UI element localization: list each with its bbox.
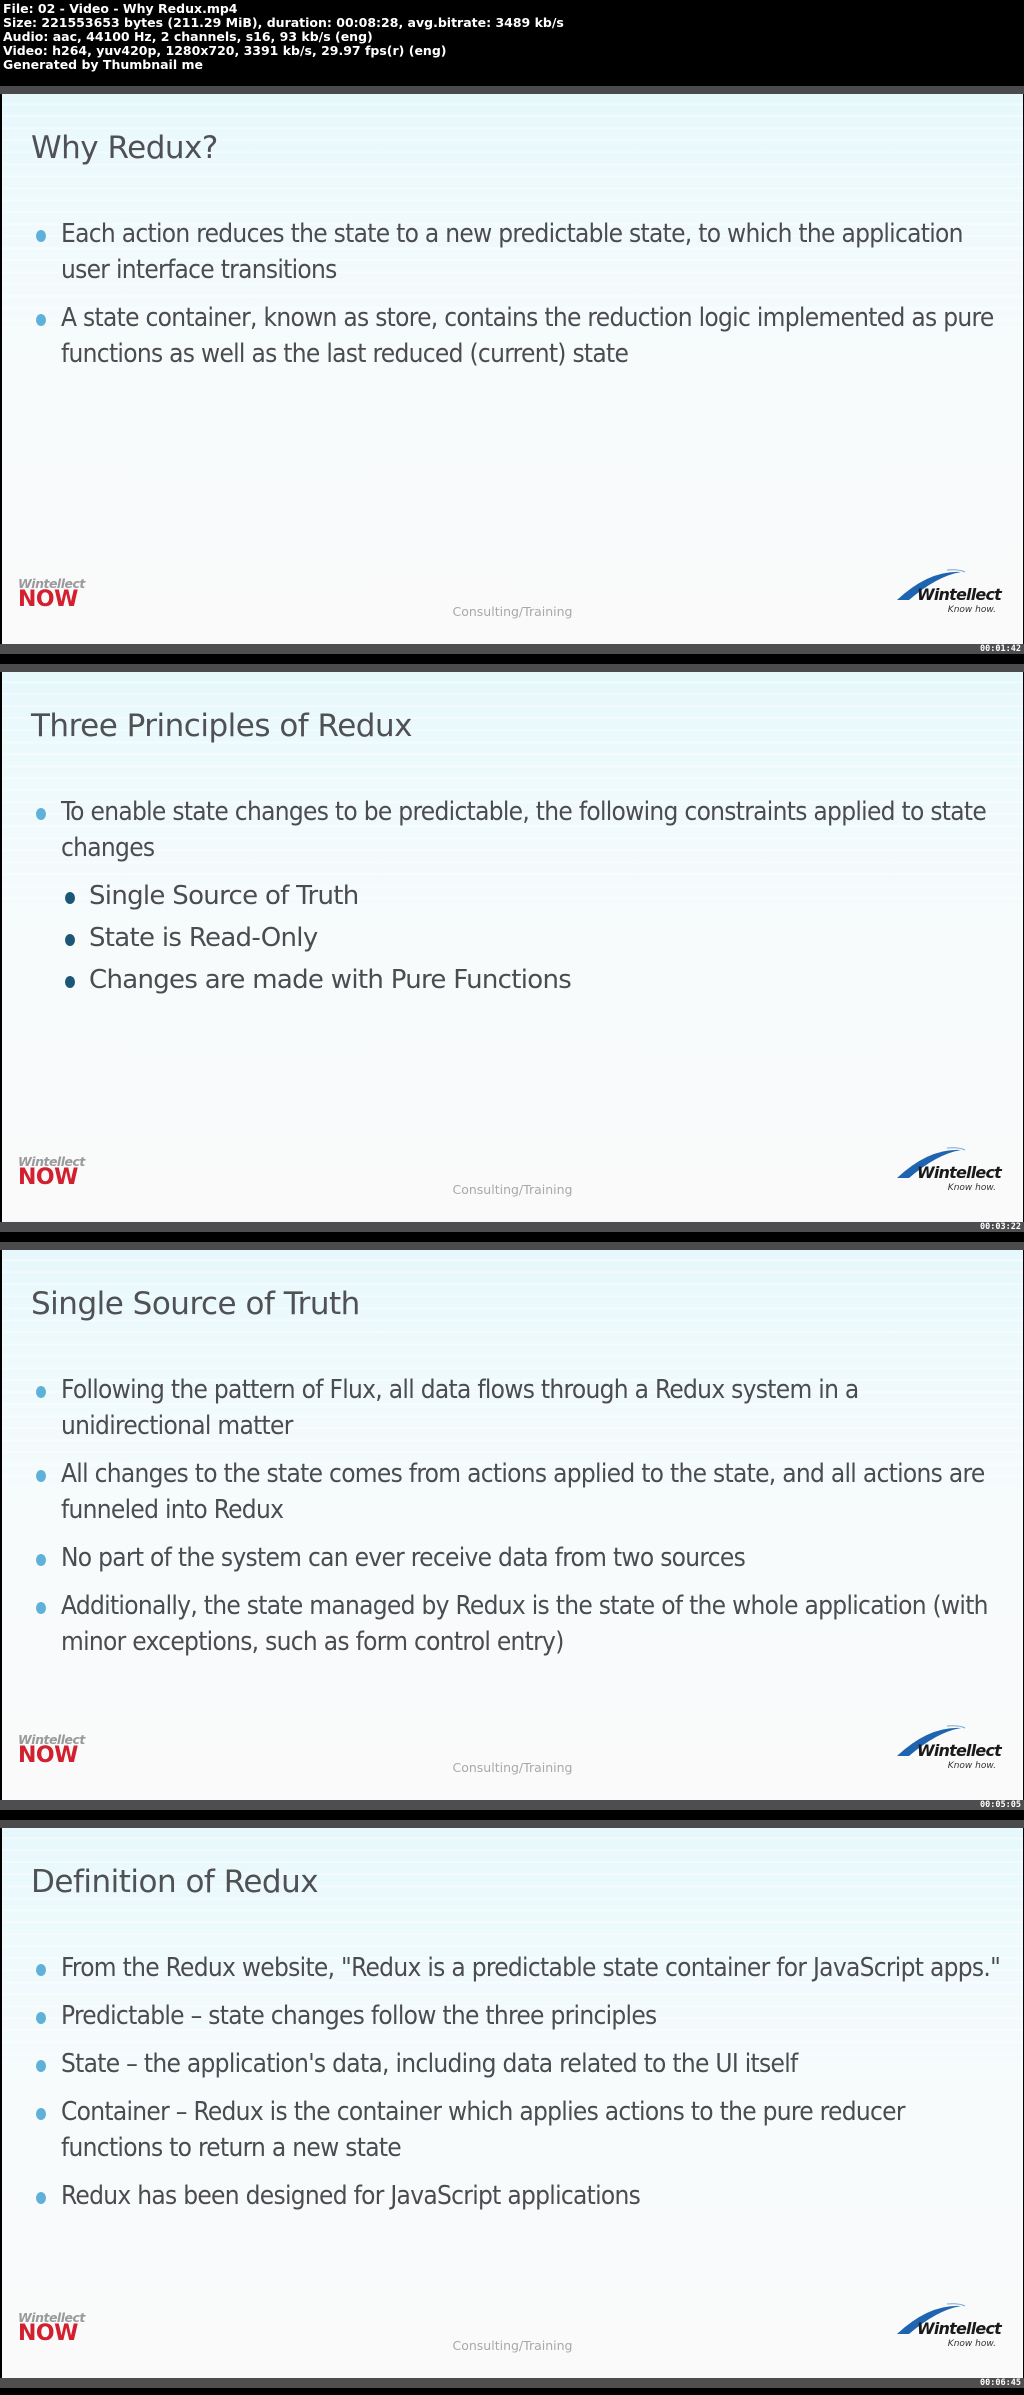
bullet-text: Container – Redux is the container which…: [61, 2097, 905, 2163]
frame-bottom-bar: [0, 2378, 1024, 2388]
bullet-dot-icon: [36, 1386, 46, 1398]
frame-timestamp: 00:03:22: [980, 1222, 1021, 1232]
bullet-item: Following the pattern of Flux, all data …: [31, 1372, 1006, 1444]
info-size-line: Size: 221553653 bytes (211.29 MiB), dura…: [3, 15, 564, 30]
bullet-item: No part of the system can ever receive d…: [31, 1540, 1006, 1576]
info-video-line: Video: h264, yuv420p, 1280x720, 3391 kb/…: [3, 43, 447, 58]
wintellect-logo: Wintellect Know how.: [889, 1144, 1002, 1200]
bullet-text: Changes are made with Pure Functions: [89, 965, 572, 995]
slide-title: Definition of Redux: [31, 1864, 319, 1900]
frame-bottom-bar: [0, 644, 1024, 654]
wintellect-logo: Wintellect Know how.: [889, 1722, 1002, 1778]
bullet-dot-icon: [36, 2192, 46, 2204]
info-audio-line: Audio: aac, 44100 Hz, 2 channels, s16, 9…: [3, 29, 373, 44]
wintellect-logo: Wintellect Know how.: [889, 566, 1002, 622]
frame-top-bar: [0, 86, 1024, 94]
sub-bullet-dot-icon: [65, 892, 75, 904]
bullet-dot-icon: [36, 1470, 46, 1482]
wintellect-brand-text: Wintellect: [917, 1741, 1002, 1760]
bullet-list: Following the pattern of Flux, all data …: [31, 1372, 1006, 1672]
frame-timestamp: 00:01:42: [980, 644, 1021, 654]
frame-top-bar: [0, 664, 1024, 672]
bullet-dot-icon: [36, 1964, 46, 1976]
video-frame-thumbnail-4: Definition of Redux From the Redux websi…: [0, 1820, 1024, 2395]
bullet-item: Each action reduces the state to a new p…: [31, 216, 1006, 288]
frame-bottom-bar: [0, 1800, 1024, 1810]
bullet-dot-icon: [36, 314, 46, 326]
info-generator-line: Generated by Thumbnail me: [3, 57, 203, 72]
footer-consulting-training: Consulting/Training: [452, 2338, 573, 2353]
know-how-tagline: Know how.: [947, 1761, 996, 1771]
bullet-text: Additionally, the state managed by Redux…: [61, 1591, 989, 1657]
bullet-text: To enable state changes to be predictabl…: [61, 797, 987, 863]
video-frame-thumbnail-1: Why Redux? Each action reduces the state…: [0, 86, 1024, 661]
slide: Three Principles of Redux To enable stat…: [2, 672, 1023, 1222]
bullet-item: Additionally, the state managed by Redux…: [31, 1588, 1006, 1660]
bullet-text: State is Read-Only: [89, 923, 318, 953]
bullet-dot-icon: [36, 1554, 46, 1566]
sub-bullet-item: Single Source of Truth: [31, 878, 1006, 914]
bullet-text: All changes to the state comes from acti…: [61, 1459, 985, 1525]
sub-bullet-dot-icon: [65, 934, 75, 946]
bullet-dot-icon: [36, 2060, 46, 2072]
bullet-item: A state container, known as store, conta…: [31, 300, 1006, 372]
slide-title: Single Source of Truth: [31, 1286, 360, 1322]
slide: Why Redux? Each action reduces the state…: [2, 94, 1023, 644]
know-how-tagline: Know how.: [947, 2339, 996, 2349]
bullet-item: From the Redux website, "Redux is a pred…: [31, 1950, 1006, 1986]
wintellect-brand-text: Wintellect: [917, 585, 1002, 604]
bullet-item: To enable state changes to be predictabl…: [31, 794, 1006, 866]
bullet-list: From the Redux website, "Redux is a pred…: [31, 1950, 1006, 2226]
bullet-item: All changes to the state comes from acti…: [31, 1456, 1006, 1528]
footer-consulting-training: Consulting/Training: [452, 1760, 573, 1775]
frame-timestamp: 00:05:05: [980, 1800, 1021, 1810]
bullet-list: To enable state changes to be predictabl…: [31, 794, 1006, 1004]
footer-consulting-training: Consulting/Training: [452, 604, 573, 619]
bullet-text: No part of the system can ever receive d…: [61, 1543, 746, 1573]
bullet-text: Each action reduces the state to a new p…: [61, 219, 963, 285]
bullet-dot-icon: [36, 230, 46, 242]
video-frame-thumbnail-3: Single Source of Truth Following the pat…: [0, 1242, 1024, 1817]
info-file-line: File: 02 - Video - Why Redux.mp4: [3, 1, 238, 16]
know-how-tagline: Know how.: [947, 605, 996, 615]
bullet-text: State – the application's data, includin…: [61, 2049, 798, 2079]
bullet-item: Redux has been designed for JavaScript a…: [31, 2178, 1006, 2214]
sub-bullet-item: State is Read-Only: [31, 920, 1006, 956]
bullet-text: Redux has been designed for JavaScript a…: [61, 2181, 641, 2211]
bullet-dot-icon: [36, 1602, 46, 1614]
sub-bullet-dot-icon: [65, 976, 75, 988]
bullet-item: Container – Redux is the container which…: [31, 2094, 1006, 2166]
slide: Definition of Redux From the Redux websi…: [2, 1828, 1023, 2378]
bullet-text: From the Redux website, "Redux is a pred…: [61, 1953, 1001, 1983]
frame-top-bar: [0, 1242, 1024, 1250]
bullet-item: State – the application's data, includin…: [31, 2046, 1006, 2082]
sub-bullet-item: Changes are made with Pure Functions: [31, 962, 1006, 998]
wintellect-brand-text: Wintellect: [917, 2319, 1002, 2338]
bullet-text: Single Source of Truth: [89, 881, 359, 911]
frame-top-bar: [0, 1820, 1024, 1828]
know-how-tagline: Know how.: [947, 1183, 996, 1193]
frame-bottom-bar: [0, 1222, 1024, 1232]
bullet-dot-icon: [36, 2108, 46, 2120]
wintellect-logo: Wintellect Know how.: [889, 2300, 1002, 2356]
slide: Single Source of Truth Following the pat…: [2, 1250, 1023, 1800]
bullet-dot-icon: [36, 2012, 46, 2024]
footer-consulting-training: Consulting/Training: [452, 1182, 573, 1197]
bullet-text: Predictable – state changes follow the t…: [61, 2001, 657, 2031]
slide-title: Why Redux?: [31, 130, 218, 166]
wintellect-brand-text: Wintellect: [917, 1163, 1002, 1182]
slide-title: Three Principles of Redux: [31, 708, 412, 744]
bullet-text: A state container, known as store, conta…: [61, 303, 994, 369]
bullet-list: Each action reduces the state to a new p…: [31, 216, 1006, 384]
frame-timestamp: 00:06:45: [980, 2378, 1021, 2388]
bullet-dot-icon: [36, 808, 46, 820]
bullet-item: Predictable – state changes follow the t…: [31, 1998, 1006, 2034]
video-info-header: File: 02 - Video - Why Redux.mp4 Size: 2…: [0, 0, 1024, 86]
video-frame-thumbnail-2: Three Principles of Redux To enable stat…: [0, 664, 1024, 1239]
bullet-text: Following the pattern of Flux, all data …: [61, 1375, 859, 1441]
